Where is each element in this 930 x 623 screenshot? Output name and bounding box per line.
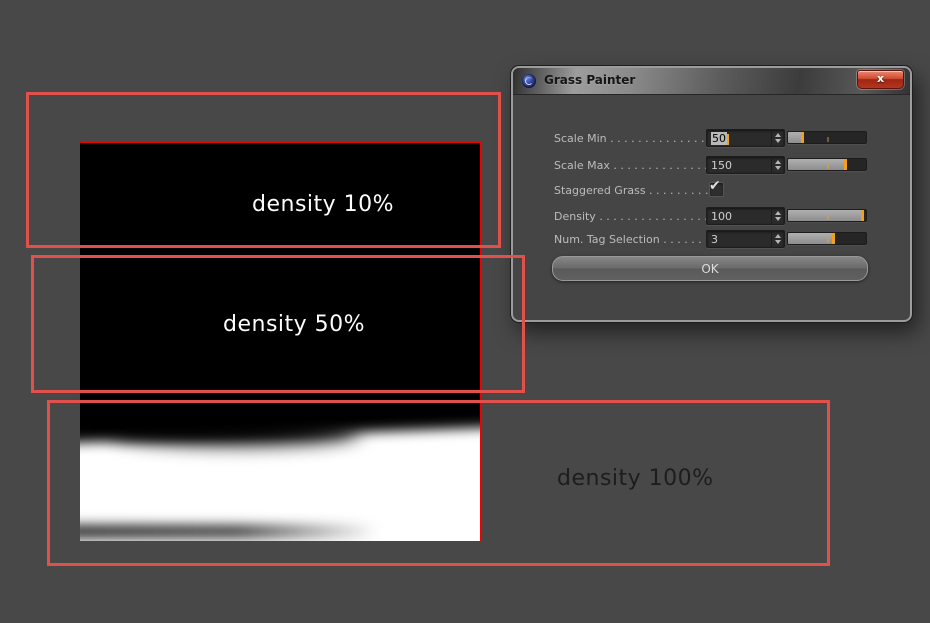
slider-handle[interactable] xyxy=(801,132,805,143)
density-input[interactable]: 100 xyxy=(706,207,785,225)
scale-max-spinner[interactable] xyxy=(771,157,784,173)
scale-min-spinner[interactable] xyxy=(771,130,784,146)
ok-button[interactable]: OK xyxy=(552,256,868,281)
num-tag-selection-value: 3 xyxy=(711,233,718,246)
slider-center-tick xyxy=(827,164,829,169)
slider-handle[interactable] xyxy=(861,210,865,221)
num-tag-spinner[interactable] xyxy=(771,231,784,247)
slider-fill xyxy=(788,159,847,170)
num-tag-selection-input[interactable]: 3 xyxy=(706,230,785,248)
spinner-up-icon[interactable] xyxy=(775,160,781,164)
slider-handle[interactable] xyxy=(843,159,847,170)
scale-min-slider[interactable] xyxy=(787,131,867,144)
cinema4d-app-icon xyxy=(522,74,536,88)
close-button[interactable]: x xyxy=(857,70,904,89)
spinner-up-icon[interactable] xyxy=(775,234,781,238)
num-tag-selection-slider[interactable] xyxy=(787,232,867,245)
viewport-background: density 10% density 50% density 100% Gra… xyxy=(0,0,930,623)
dialog-titlebar[interactable]: Grass Painter x xyxy=(513,68,910,95)
spinner-down-icon[interactable] xyxy=(775,240,781,244)
annotation-rect-density-10 xyxy=(26,92,501,248)
scale-max-label: Scale Max . . . . . . . . . . . . . . . … xyxy=(554,159,722,172)
scale-min-value: 50 xyxy=(711,132,727,145)
scale-max-slider[interactable] xyxy=(787,158,867,171)
slider-handle[interactable] xyxy=(831,233,835,244)
spinner-down-icon[interactable] xyxy=(775,166,781,170)
spinner-up-icon[interactable] xyxy=(775,211,781,215)
spinner-down-icon[interactable] xyxy=(775,217,781,221)
annotation-rect-density-100 xyxy=(47,400,830,566)
text-caret xyxy=(727,133,729,145)
density-spinner[interactable] xyxy=(771,208,784,224)
density-slider[interactable] xyxy=(787,209,867,222)
staggered-grass-checkbox[interactable]: ✔ xyxy=(709,178,724,197)
slider-center-tick xyxy=(827,137,829,142)
scale-min-input[interactable]: 50 xyxy=(706,129,785,147)
staggered-grass-label: Staggered Grass . . . . . . . . . . . xyxy=(554,184,723,197)
slider-center-tick xyxy=(827,215,829,220)
scale-min-label: Scale Min . . . . . . . . . . . . . . . … xyxy=(554,132,726,145)
checkmark-icon: ✔ xyxy=(709,178,721,194)
spinner-down-icon[interactable] xyxy=(775,139,781,143)
slider-center-tick xyxy=(827,238,829,243)
annotation-rect-density-50 xyxy=(31,255,525,393)
dialog-title: Grass Painter xyxy=(544,73,636,87)
density-value: 100 xyxy=(711,210,732,223)
scale-max-input[interactable]: 150 xyxy=(706,156,785,174)
scale-max-value: 150 xyxy=(711,159,732,172)
spinner-up-icon[interactable] xyxy=(775,133,781,137)
density-label: Density . . . . . . . . . . . . . . . . … xyxy=(554,210,722,223)
num-tag-selection-label: Num. Tag Selection . . . . . . . . xyxy=(554,233,716,246)
grass-painter-dialog: Grass Painter x Scale Min . . . . . . . … xyxy=(511,66,912,322)
